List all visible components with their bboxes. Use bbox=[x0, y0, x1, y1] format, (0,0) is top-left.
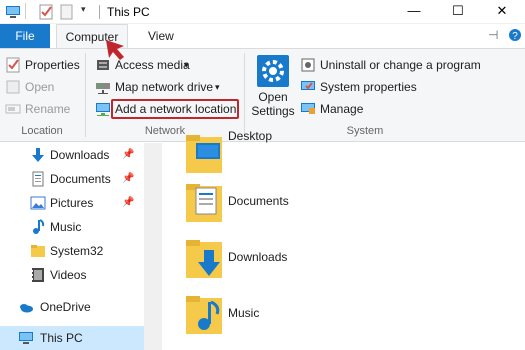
pin-icon[interactable]: 📌 bbox=[122, 191, 134, 215]
title-bar: ▾ This PC — ☐ ✕ bbox=[0, 0, 525, 24]
pictures-icon bbox=[30, 196, 46, 210]
title-separator bbox=[99, 5, 100, 19]
close-button[interactable]: ✕ bbox=[480, 0, 524, 24]
nav-item-label: System32 bbox=[50, 244, 104, 258]
nav-item-label: Documents bbox=[50, 172, 111, 186]
annotation-arrow-icon bbox=[106, 40, 124, 60]
pin-ribbon-icon[interactable]: ⊣ bbox=[488, 28, 498, 42]
navigation-scrollbar[interactable] bbox=[144, 143, 162, 350]
nav-item-downloads[interactable]: Downloads 📌 bbox=[0, 143, 150, 167]
folder-label: Downloads bbox=[228, 250, 288, 264]
nav-item-label: Videos bbox=[50, 268, 87, 282]
documents-folder-icon bbox=[186, 184, 222, 222]
music-note-icon bbox=[33, 219, 45, 234]
nav-item-onedrive[interactable]: OneDrive bbox=[0, 295, 150, 319]
folder-label: Documents bbox=[228, 194, 289, 208]
qat-dropdown-icon[interactable]: ▾ bbox=[81, 4, 86, 15]
tab-view[interactable]: View bbox=[140, 24, 182, 48]
nav-item-label: Music bbox=[50, 220, 82, 234]
music-folder-icon bbox=[186, 296, 222, 334]
map-network-drive-label: Map network drive bbox=[115, 80, 214, 94]
manage-icon bbox=[301, 103, 315, 114]
minimize-button[interactable]: — bbox=[392, 0, 436, 24]
new-folder-icon[interactable] bbox=[59, 4, 75, 20]
navigation-pane: Downloads 📌 Documents 📌 Pictures 📌 Music… bbox=[0, 143, 150, 350]
nav-item-system32[interactable]: System32 bbox=[0, 239, 150, 263]
tab-file[interactable]: File bbox=[0, 24, 50, 48]
manage-label: Manage bbox=[320, 102, 364, 116]
rename-label: Rename bbox=[25, 102, 71, 116]
system-properties-icon bbox=[301, 81, 315, 90]
folder-label: Music bbox=[228, 306, 260, 320]
pin-icon[interactable]: 📌 bbox=[122, 167, 134, 191]
folders-pane: Desktop Documents Downloads Music bbox=[162, 129, 525, 350]
open-settings-label: Open Settings bbox=[249, 90, 297, 118]
folder-label: Desktop bbox=[228, 129, 273, 143]
open-icon bbox=[6, 80, 20, 94]
computer-icon[interactable] bbox=[5, 4, 21, 20]
nav-item-videos[interactable]: Videos bbox=[0, 263, 150, 287]
nav-item-music[interactable]: Music bbox=[0, 215, 150, 239]
nav-item-label: Pictures bbox=[50, 196, 94, 210]
folder-documents[interactable]: Documents bbox=[182, 180, 482, 228]
window-title: This PC bbox=[107, 5, 150, 19]
folder-downloads[interactable]: Downloads bbox=[182, 236, 482, 284]
videos-icon bbox=[32, 268, 44, 282]
chevron-down-icon: ▾ bbox=[184, 60, 189, 70]
ribbon-tabs: File Computer View ⊣ ? bbox=[0, 24, 525, 49]
network-location-icon bbox=[96, 103, 110, 116]
gear-icon bbox=[257, 55, 289, 87]
nav-item-documents[interactable]: Documents 📌 bbox=[0, 167, 150, 191]
help-icon[interactable]: ? bbox=[508, 28, 522, 45]
nav-item-label: OneDrive bbox=[40, 300, 91, 314]
uninstall-icon bbox=[301, 58, 315, 72]
desktop-folder-icon bbox=[186, 135, 222, 173]
nav-item-this-pc[interactable]: This PC bbox=[0, 326, 144, 350]
chevron-down-icon: ▾ bbox=[215, 82, 220, 92]
nav-item-pictures[interactable]: Pictures 📌 bbox=[0, 191, 150, 215]
download-arrow-icon bbox=[32, 148, 44, 162]
folder-desktop[interactable]: Desktop bbox=[182, 129, 482, 179]
open-label: Open bbox=[25, 80, 55, 94]
pin-icon[interactable]: 📌 bbox=[122, 143, 134, 167]
open-settings-label-line2: Settings bbox=[251, 104, 295, 118]
open-settings-label-line1: Open bbox=[258, 90, 288, 104]
uninstall-label: Uninstall or change a program bbox=[320, 58, 481, 72]
downloads-folder-icon bbox=[186, 240, 222, 278]
svg-text:?: ? bbox=[512, 31, 518, 42]
properties-label: Properties bbox=[25, 58, 80, 72]
folder-music[interactable]: Music bbox=[182, 292, 482, 340]
rename-icon bbox=[5, 104, 21, 114]
location-group-label: Location bbox=[21, 125, 63, 137]
properties-icon bbox=[6, 57, 20, 73]
highlight-box bbox=[111, 99, 239, 119]
nav-item-label: This PC bbox=[40, 331, 83, 345]
maximize-button[interactable]: ☐ bbox=[436, 0, 480, 24]
open-settings-button[interactable]: Open Settings bbox=[249, 53, 297, 123]
network-drive-icon bbox=[96, 83, 110, 94]
qat-divider bbox=[25, 3, 26, 19]
ribbon-panel: Properties Open Rename Location Access m… bbox=[0, 48, 525, 142]
computer-icon bbox=[19, 332, 33, 344]
folder-icon bbox=[31, 245, 45, 257]
cloud-icon bbox=[20, 304, 33, 313]
system-properties-label: System properties bbox=[320, 80, 417, 94]
properties-checkmark-icon[interactable] bbox=[38, 4, 54, 20]
documents-icon bbox=[32, 171, 44, 187]
nav-item-label: Downloads bbox=[50, 148, 110, 162]
